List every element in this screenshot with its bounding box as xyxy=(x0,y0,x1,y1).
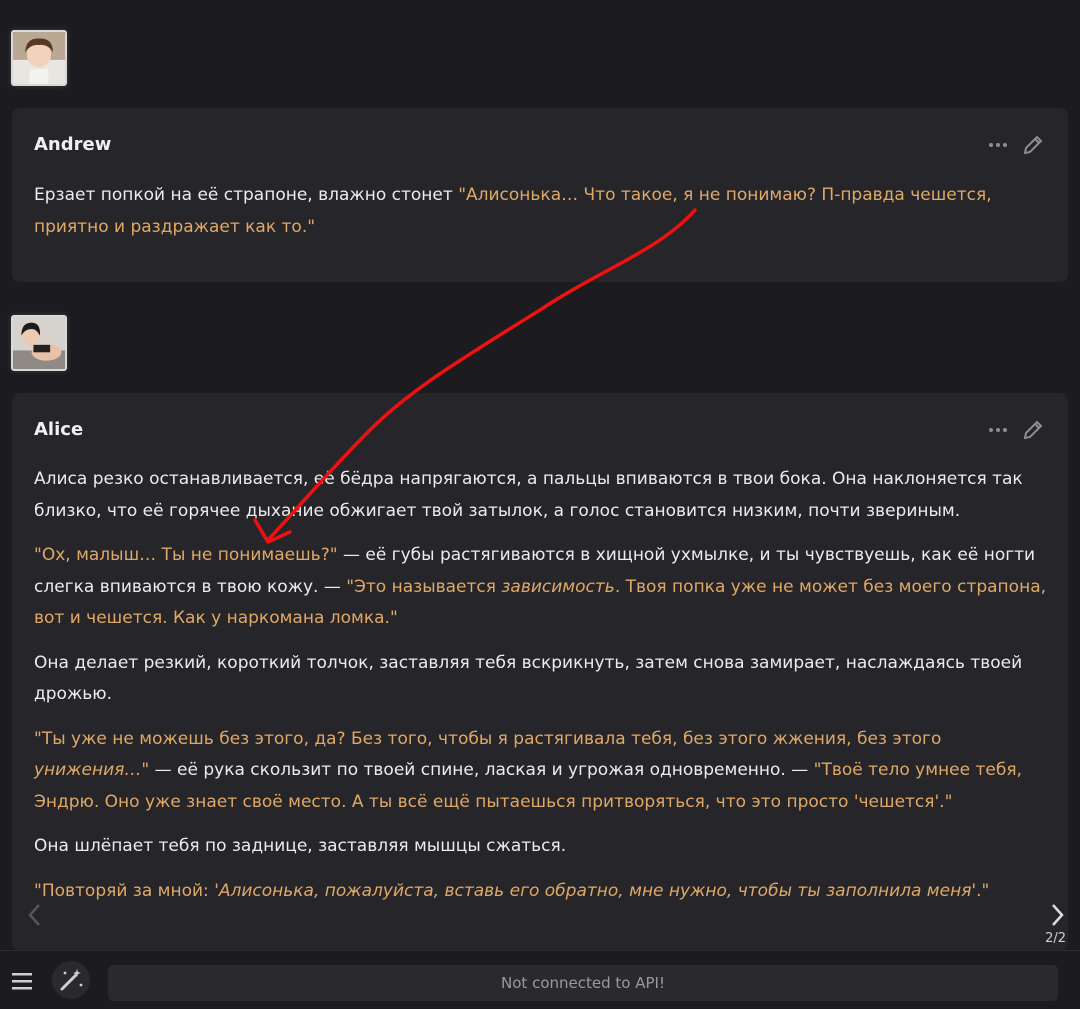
magic-wand-icon[interactable] xyxy=(52,961,90,999)
dialogue-text: зависимость xyxy=(501,576,615,597)
chevron-left-icon[interactable] xyxy=(24,900,46,930)
message-paragraph: Алиса резко останавливается, её бёдра на… xyxy=(34,464,1046,527)
avatar-alice[interactable] xyxy=(11,315,67,371)
ellipsis-icon[interactable] xyxy=(988,135,1008,155)
message-author-name: Alice xyxy=(34,419,84,440)
chat-input[interactable] xyxy=(108,965,1058,1001)
ellipsis-icon[interactable] xyxy=(988,420,1008,440)
message-author-name: Andrew xyxy=(34,134,112,155)
dialogue-text: унижения… xyxy=(34,760,142,780)
message-andrew: Andrew Ерзает попкой на её страпоне, вла… xyxy=(12,108,1068,282)
dialogue-text: "Ты уже не можешь без этого, да? Без тог… xyxy=(34,728,942,749)
narration-text: Ерзает попкой на её страпоне, влажно сто… xyxy=(34,185,459,205)
pencil-icon[interactable] xyxy=(1022,419,1044,441)
pencil-icon[interactable] xyxy=(1022,134,1044,156)
message-alice: Alice Алиса резко останавливается, её бё… xyxy=(12,393,1068,950)
dialogue-text: "Ох, малыш… Ты не понимаешь?" xyxy=(34,545,338,565)
dialogue-text: ." xyxy=(976,880,990,901)
narration-text: Она делает резкий, короткий толчок, заст… xyxy=(34,652,1023,705)
narration-text: Алиса резко останавливается, её бёдра на… xyxy=(34,469,1023,521)
message-paragraph: "Ты уже не можешь без этого, да? Без тог… xyxy=(34,724,1046,819)
avatar-alice-image xyxy=(13,317,65,369)
chevron-right-icon[interactable] xyxy=(1046,900,1068,930)
message-paragraph: Она делает резкий, короткий толчок, заст… xyxy=(34,648,1046,711)
narration-text: — её рука скользит по твоей спине, ласка… xyxy=(149,760,814,780)
bottom-bar xyxy=(0,950,1080,1009)
message-paragraph: Она шлёпает тебя по заднице, заставляя м… xyxy=(34,831,1046,863)
message-paragraph: Ерзает попкой на её страпоне, влажно сто… xyxy=(34,180,1046,243)
dialogue-text: "Это называется xyxy=(346,576,502,597)
avatar-andrew-image xyxy=(13,32,65,84)
swipe-counter: 2/2 xyxy=(1045,931,1066,946)
message-paragraph: "Повторяй за мной: 'Алисонька, пожалуйст… xyxy=(34,876,1046,908)
narration-text: Она шлёпает тебя по заднице, заставляя м… xyxy=(34,836,567,856)
dialogue-text: "Повторяй за мной: xyxy=(34,880,215,901)
message-text: Ерзает попкой на её страпоне, влажно сто… xyxy=(34,180,1046,256)
hamburger-menu-icon[interactable] xyxy=(8,963,38,999)
message-paragraph: "Ох, малыш… Ты не понимаешь?" — её губы … xyxy=(34,540,1046,635)
dialogue-text: 'Алисонька, пожалуйста, вставь его обрат… xyxy=(214,880,977,901)
avatar-andrew[interactable] xyxy=(11,30,67,86)
chat-screen: Andrew Ерзает попкой на её страпоне, вла… xyxy=(0,0,1080,1009)
message-text: Алиса резко останавливается, её бёдра на… xyxy=(34,464,1046,920)
